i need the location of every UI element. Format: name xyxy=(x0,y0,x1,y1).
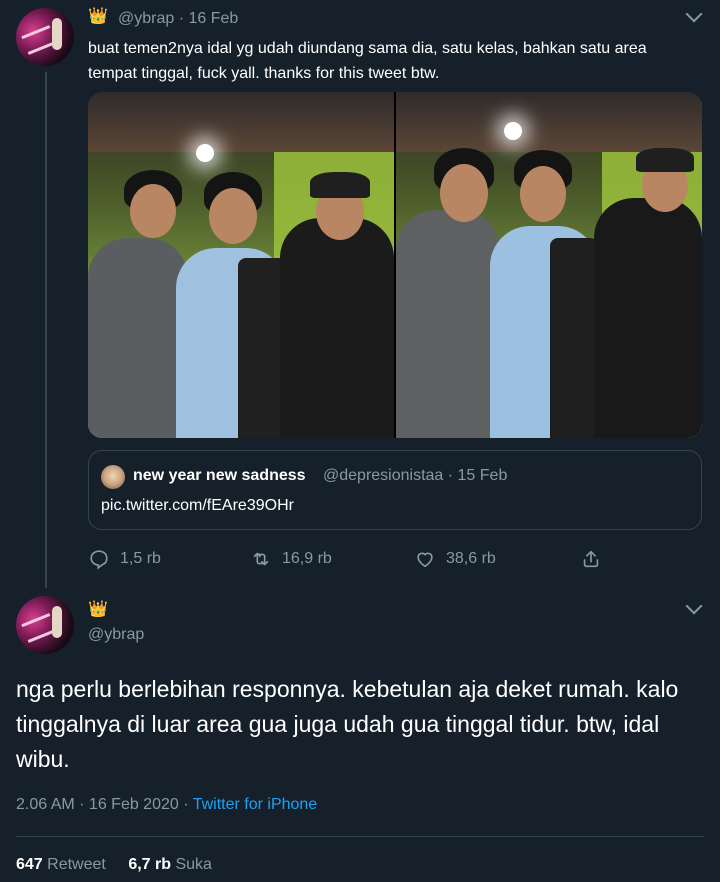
tweet-media[interactable] xyxy=(88,92,702,438)
reply-count: 1,5 rb xyxy=(120,550,161,567)
retweets-stat[interactable]: 647 Retweet xyxy=(16,856,106,873)
thread-connector xyxy=(45,72,47,588)
photo-left[interactable] xyxy=(88,92,394,438)
retweet-count: 16,9 rb xyxy=(282,550,332,567)
retweet-icon xyxy=(253,552,269,566)
tweet-stats: 647 Retweet 6,7 rb Suka xyxy=(16,856,212,874)
quoted-display-name: new year new sadness xyxy=(133,467,306,484)
like-icon xyxy=(417,552,433,568)
quoted-handle-date: @depresionistaa · 15 Feb xyxy=(323,467,508,484)
retweets-label: Retweet xyxy=(47,856,106,873)
avatar[interactable] xyxy=(16,596,74,654)
retweets-count: 647 xyxy=(16,856,43,873)
like-count: 38,6 rb xyxy=(446,550,496,567)
chevron-down-icon[interactable] xyxy=(685,597,703,615)
retweet-button[interactable]: 16,9 rb xyxy=(250,548,332,570)
share-button[interactable] xyxy=(580,548,612,570)
chevron-down-icon[interactable] xyxy=(685,5,703,23)
tweet-handle[interactable]: @ybrap xyxy=(88,626,144,644)
tweet-text: nga perlu berlebihan responnya. kebetula… xyxy=(16,676,679,772)
crown-icon: 👑 xyxy=(88,601,108,618)
crown-icon: 👑 xyxy=(88,8,108,25)
reply-icon xyxy=(90,550,108,570)
tweet-timestamp: 2.06 AM · 16 Feb 2020 · Twitter for iPho… xyxy=(16,796,317,814)
like-button[interactable]: 38,6 rb xyxy=(414,548,496,570)
avatar[interactable] xyxy=(16,8,74,66)
likes-count: 6,7 rb xyxy=(128,856,171,873)
tweet-text: buat temen2nya idal yg udah diundang sam… xyxy=(88,40,647,82)
tweet-time[interactable]: 2.06 AM · 16 Feb 2020 · xyxy=(16,796,193,813)
quoted-avatar xyxy=(101,465,125,489)
tweet-handle-date[interactable]: @ybrap · 16 Feb xyxy=(118,10,238,28)
likes-stat[interactable]: 6,7 rb Suka xyxy=(128,856,212,873)
divider xyxy=(16,836,704,837)
quoted-link[interactable]: pic.twitter.com/fEAre39OHr xyxy=(101,497,294,515)
photo-right[interactable] xyxy=(396,92,702,438)
share-icon xyxy=(583,550,599,568)
likes-label: Suka xyxy=(175,856,212,873)
quoted-tweet[interactable]: new year new sadness @depresionistaa · 1… xyxy=(88,450,702,530)
tweet-source[interactable]: Twitter for iPhone xyxy=(193,796,318,813)
reply-button[interactable]: 1,5 rb xyxy=(88,548,161,570)
